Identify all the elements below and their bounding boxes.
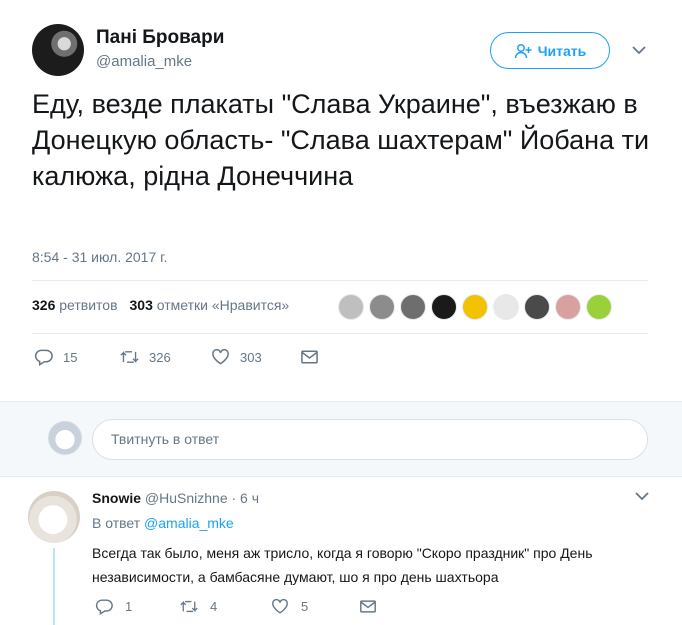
liker-avatars [338,294,612,320]
reply-action[interactable]: 15 [34,348,77,366]
follow-button[interactable]: Читать [490,32,610,69]
reply-input[interactable]: Твитнуть в ответ [92,419,648,460]
likes-stat[interactable]: 303 отметки «Нравится» [130,297,290,313]
liker-avatar[interactable] [555,294,581,320]
envelope-icon [360,600,376,613]
retweets-stat[interactable]: 326 ретвитов [32,297,118,313]
liker-avatar[interactable] [462,294,488,320]
reply-author-handle[interactable]: @HuSnizhne [145,490,228,506]
current-user-avatar [48,421,82,455]
divider [32,280,648,281]
reply-time[interactable]: · 6 ч [232,490,260,506]
retweet-action[interactable]: 326 [120,348,171,366]
tweet-text: Еду, везде плакаты "Слава Украине", въез… [32,89,650,191]
liker-avatar[interactable] [369,294,395,320]
liker-avatar[interactable] [524,294,550,320]
liker-avatar[interactable] [431,294,457,320]
heart-icon [272,598,288,614]
in-reply-to: В ответ @amalia_mke [92,515,234,531]
engagement-stats: 326 ретвитов 303 отметки «Нравится» [32,297,289,313]
retweet-icon [180,600,198,613]
tweet-timestamp[interactable]: 8:54 - 31 июл. 2017 г. [32,249,167,265]
chevron-down-icon[interactable] [629,42,649,58]
reply-icon [34,349,53,366]
author-name[interactable]: Пані Бровари [96,27,224,49]
liker-avatar[interactable] [400,294,426,320]
like-action[interactable]: 303 [211,348,262,366]
follow-label: Читать [537,42,587,59]
reply-retweet-action[interactable]: 4 [180,598,217,615]
reply-reply-action[interactable]: 1 [95,598,132,615]
chevron-down-icon[interactable] [632,490,652,504]
reply-message-action[interactable] [359,598,377,615]
reply-author-avatar[interactable] [28,491,80,543]
author-handle[interactable]: @amalia_mke [96,53,192,70]
thread-line [53,548,55,625]
author-avatar[interactable] [32,24,84,76]
liker-avatar[interactable] [586,294,612,320]
in-reply-handle[interactable]: @amalia_mke [144,515,234,531]
add-user-icon [514,43,532,58]
reply-like-action[interactable]: 5 [271,598,308,615]
reply-header: Snowie @HuSnizhne · 6 ч [92,490,259,506]
liker-avatar[interactable] [493,294,519,320]
in-reply-prefix: В ответ [92,515,141,531]
heart-icon [212,348,229,365]
liker-avatar[interactable] [338,294,364,320]
reply-author-name[interactable]: Snowie [92,490,141,506]
reply-icon [95,599,113,615]
reply-text: Всегда так было, меня аж трисло, когда я… [92,545,593,585]
retweet-icon [120,351,139,363]
envelope-icon [301,350,318,364]
divider [32,333,648,334]
message-action[interactable] [300,348,319,366]
